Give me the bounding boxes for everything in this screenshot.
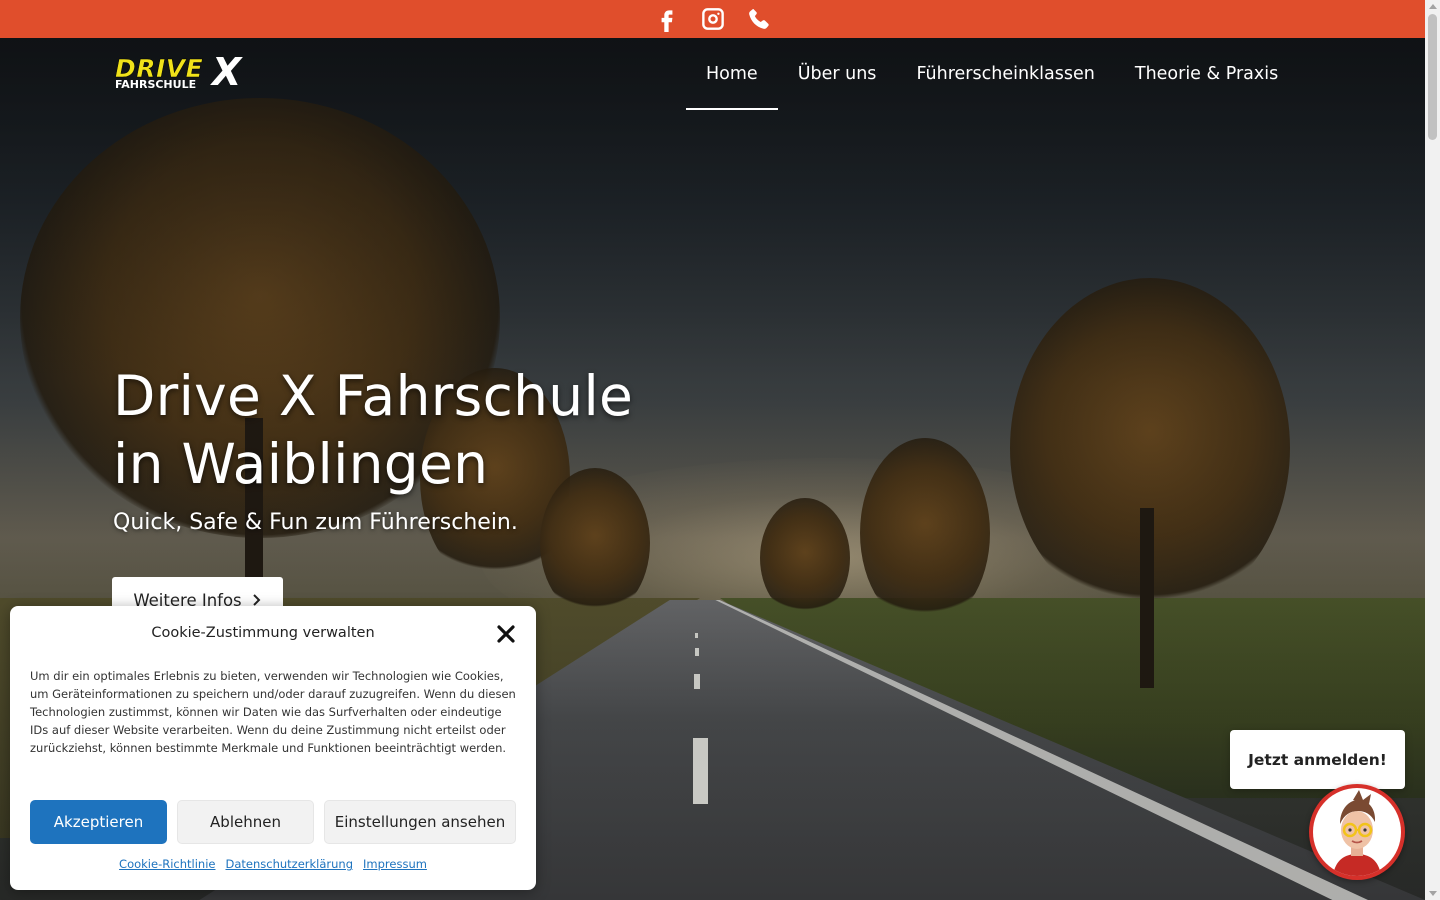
cookie-links: Cookie-Richtlinie Datenschutzerklärung I… xyxy=(10,857,536,871)
nav-item-ueber-uns[interactable]: Über uns xyxy=(778,38,897,110)
nav-item-home[interactable]: Home xyxy=(686,38,778,110)
instagram-link[interactable] xyxy=(700,6,726,32)
cookie-close-button[interactable] xyxy=(496,624,516,644)
social-bar xyxy=(0,0,1425,38)
cookie-title: Cookie-Zustimmung verwalten xyxy=(151,625,375,641)
phone-icon xyxy=(748,8,769,29)
hero-title-line-2: in Waiblingen xyxy=(113,432,489,496)
page-scrollbar[interactable] xyxy=(1425,0,1440,900)
cookie-accept-button[interactable]: Akzeptieren xyxy=(30,800,167,844)
instagram-icon xyxy=(701,8,724,30)
scroll-down-arrow[interactable] xyxy=(1429,891,1437,896)
privacy-policy-link[interactable]: Datenschutzerklärung xyxy=(225,857,353,871)
avatar-icon xyxy=(1313,788,1401,876)
cookie-policy-link[interactable]: Cookie-Richtlinie xyxy=(119,857,215,871)
logo-letter-x: X xyxy=(212,50,242,94)
main-nav: Home Über uns Führerscheinklassen Theori… xyxy=(686,38,1298,110)
hero-title-line-1: Drive X Fahrschule xyxy=(113,364,634,428)
hero-subtitle: Quick, Safe & Fun zum Führerschein. xyxy=(113,510,518,535)
cookie-consent-dialog: Cookie-Zustimmung verwalten Um dir ein o… xyxy=(10,606,536,890)
facebook-icon xyxy=(661,10,672,32)
close-icon xyxy=(497,625,515,643)
phone-link[interactable] xyxy=(746,6,772,32)
hero-title: Drive X Fahrschule in Waiblingen xyxy=(113,362,633,498)
chat-register-bubble[interactable]: Jetzt anmelden! xyxy=(1230,730,1405,789)
cookie-preferences-button[interactable]: Einstellungen ansehen xyxy=(324,800,516,844)
logo-word-fahrschule: FAHRSCHULE xyxy=(115,78,197,91)
chevron-right-icon xyxy=(252,594,261,606)
nav-item-theorie-praxis[interactable]: Theorie & Praxis xyxy=(1115,38,1298,110)
chat-avatar-button[interactable] xyxy=(1309,784,1405,880)
cookie-description: Um dir ein optimales Erlebnis zu bieten,… xyxy=(30,669,516,755)
cookie-title-wrap: Cookie-Zustimmung verwalten xyxy=(10,625,536,641)
scrollbar-thumb[interactable] xyxy=(1428,14,1437,140)
facebook-link[interactable] xyxy=(654,6,680,32)
imprint-link[interactable]: Impressum xyxy=(363,857,427,871)
site-logo[interactable]: DRIVE FAHRSCHULE X xyxy=(113,50,251,94)
scroll-up-arrow[interactable] xyxy=(1429,4,1437,9)
nav-item-fuehrerscheinklassen[interactable]: Führerscheinklassen xyxy=(896,38,1114,110)
cookie-deny-button[interactable]: Ablehnen xyxy=(177,800,314,844)
